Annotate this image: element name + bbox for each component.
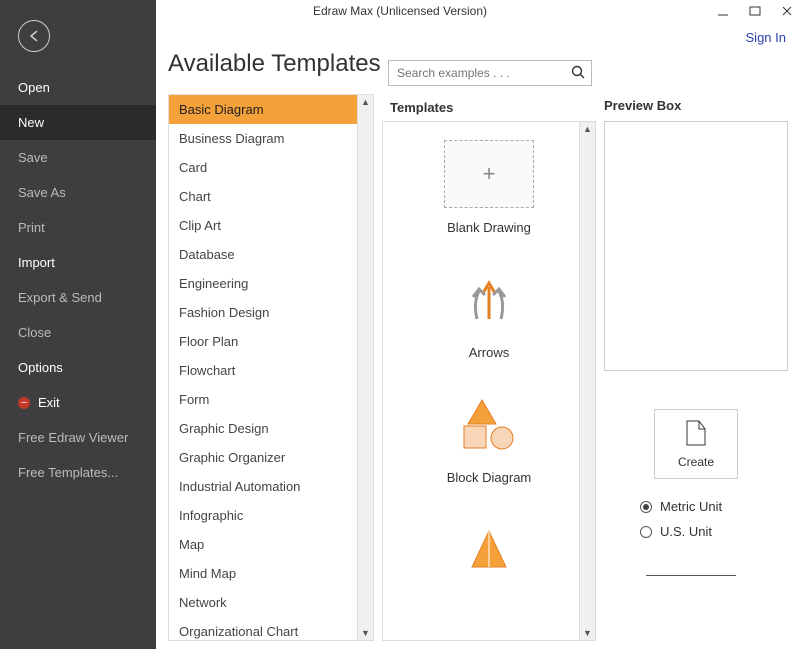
preview-box (604, 121, 788, 371)
sidebar-item-label: Close (18, 325, 51, 340)
document-icon (685, 419, 707, 447)
sidebar-item-label: Save As (18, 185, 66, 200)
divider (646, 575, 736, 576)
category-column: Basic DiagramBusiness DiagramCardChartCl… (168, 94, 374, 641)
sidebar-item-new[interactable]: New (0, 105, 156, 140)
category-item[interactable]: Map (169, 530, 373, 559)
category-item[interactable]: Flowchart (169, 356, 373, 385)
template-thumb (444, 515, 534, 583)
category-item[interactable]: Fashion Design (169, 298, 373, 327)
template-item[interactable]: + Blank Drawing (391, 140, 587, 235)
templates-column: Templates + Blank Drawing Arrows Block Diag… (382, 94, 596, 641)
sidebar-item-label: Save (18, 150, 48, 165)
sidebar-item-open[interactable]: Open (0, 70, 156, 105)
template-item[interactable]: Arrows (391, 265, 587, 360)
category-item[interactable]: Chart (169, 182, 373, 211)
scroll-up-icon[interactable]: ▲ (583, 124, 592, 134)
category-item[interactable]: Clip Art (169, 211, 373, 240)
minimize-button[interactable] (716, 4, 730, 18)
window-title: Edraw Max (Unlicensed Version) (313, 4, 487, 18)
unit-label: Metric Unit (660, 499, 722, 514)
search-box[interactable] (388, 60, 592, 86)
category-item[interactable]: Business Diagram (169, 124, 373, 153)
templates-scrollbar[interactable]: ▲ ▼ (579, 122, 595, 640)
arrow-left-icon (26, 28, 42, 44)
unit-radios: Metric Unit U.S. Unit (640, 499, 788, 539)
scroll-up-icon[interactable]: ▲ (361, 97, 370, 107)
sidebar-item-label: Export & Send (18, 290, 102, 305)
category-item[interactable]: Organizational Chart (169, 617, 373, 641)
category-item[interactable]: Database (169, 240, 373, 269)
sidebar-item-close[interactable]: Close (0, 315, 156, 350)
category-item[interactable]: Graphic Design (169, 414, 373, 443)
create-label: Create (678, 455, 714, 469)
sidebar-item-label: Print (18, 220, 45, 235)
radio-icon (640, 526, 652, 538)
sidebar-item-save-as[interactable]: Save As (0, 175, 156, 210)
category-item[interactable]: Floor Plan (169, 327, 373, 356)
category-item[interactable]: Engineering (169, 269, 373, 298)
unit-radio[interactable]: Metric Unit (640, 499, 788, 514)
sidebar-item-free-edraw-viewer[interactable]: Free Edraw Viewer (0, 420, 156, 455)
template-thumb: + (444, 140, 534, 208)
category-item[interactable]: Basic Diagram (169, 95, 373, 124)
templates-list: + Blank Drawing Arrows Block Diagram ▲ ▼ (382, 122, 596, 641)
sidebar-item-options[interactable]: Options (0, 350, 156, 385)
preview-title: Preview Box (604, 94, 788, 121)
unit-label: U.S. Unit (660, 524, 712, 539)
sidebar-item-export-send[interactable]: Export & Send (0, 280, 156, 315)
sidebar: Open New Save Save As Print Import Export & Se… (0, 0, 156, 649)
template-label: Arrows (469, 345, 509, 360)
sidebar-item-label: Free Edraw Viewer (18, 430, 128, 445)
category-item[interactable]: Mind Map (169, 559, 373, 588)
back-button[interactable] (18, 20, 50, 52)
category-list: Basic DiagramBusiness DiagramCardChartCl… (168, 94, 374, 641)
triangle-icon (464, 529, 514, 569)
preview-column: Preview Box Create Metric Unit U.S. Unit (604, 94, 788, 641)
template-thumb (444, 390, 534, 458)
sidebar-item-save[interactable]: Save (0, 140, 156, 175)
plus-icon: + (483, 161, 496, 187)
sidebar-item-label: New (18, 115, 44, 130)
close-button[interactable] (780, 4, 794, 18)
maximize-button[interactable] (748, 4, 762, 18)
template-thumb (444, 265, 534, 333)
category-item[interactable]: Infographic (169, 501, 373, 530)
sidebar-item-print[interactable]: Print (0, 210, 156, 245)
template-item[interactable]: Block Diagram (391, 390, 587, 485)
category-item[interactable]: Card (169, 153, 373, 182)
search-input[interactable] (397, 66, 571, 80)
unit-radio[interactable]: U.S. Unit (640, 524, 788, 539)
arrows-icon (459, 269, 519, 329)
category-scrollbar[interactable]: ▲ ▼ (357, 95, 373, 640)
sidebar-item-label: Exit (38, 395, 60, 410)
sidebar-item-label: Options (18, 360, 63, 375)
templates-header: Templates (382, 94, 596, 122)
scroll-down-icon[interactable]: ▼ (583, 628, 592, 638)
sidebar-item-exit[interactable]: Exit (0, 385, 156, 420)
template-item[interactable] (391, 515, 587, 583)
create-button[interactable]: Create (654, 409, 738, 479)
category-item[interactable]: Industrial Automation (169, 472, 373, 501)
sidebar-item-label: Open (18, 80, 50, 95)
sidebar-item-free-templates-[interactable]: Free Templates... (0, 455, 156, 490)
search-icon[interactable] (571, 65, 585, 82)
sidebar-item-import[interactable]: Import (0, 245, 156, 280)
template-label: Block Diagram (447, 470, 532, 485)
category-item[interactable]: Network (169, 588, 373, 617)
shapes-icon (454, 394, 524, 454)
category-item[interactable]: Graphic Organizer (169, 443, 373, 472)
sidebar-item-label: Import (18, 255, 55, 270)
sidebar-item-label: Free Templates... (18, 465, 118, 480)
radio-icon (640, 501, 652, 513)
category-item[interactable]: Form (169, 385, 373, 414)
exit-icon (18, 397, 30, 409)
template-label: Blank Drawing (447, 220, 531, 235)
window-controls (716, 0, 794, 22)
scroll-down-icon[interactable]: ▼ (361, 628, 370, 638)
